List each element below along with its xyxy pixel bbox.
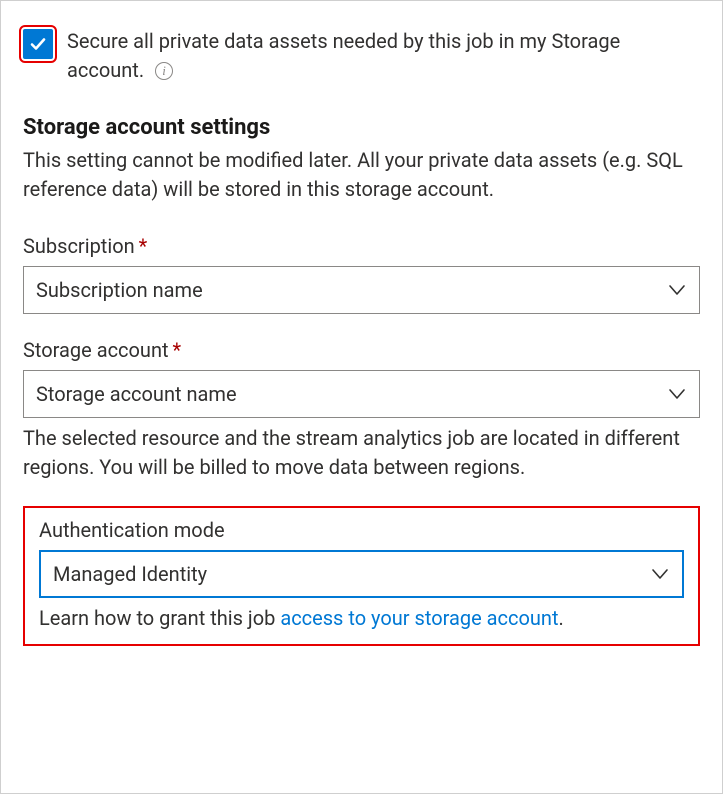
storage-account-dropdown[interactable]: Storage account name bbox=[23, 370, 700, 418]
learn-prefix: Learn how to grant this job bbox=[39, 606, 280, 630]
storage-account-region-warning: The selected resource and the stream ana… bbox=[23, 424, 700, 482]
secure-private-data-row: Secure all private data assets needed by… bbox=[23, 27, 700, 85]
chevron-down-icon bbox=[667, 384, 687, 404]
storage-settings-panel: Secure all private data assets needed by… bbox=[0, 0, 723, 794]
subscription-dropdown[interactable]: Subscription name bbox=[23, 266, 700, 314]
secure-private-data-label: Secure all private data assets needed by… bbox=[67, 27, 700, 85]
subscription-label-text: Subscription bbox=[23, 234, 135, 258]
chevron-down-icon bbox=[650, 564, 670, 584]
authentication-mode-dropdown-value: Managed Identity bbox=[53, 562, 207, 586]
required-star-icon: * bbox=[173, 338, 182, 362]
authentication-mode-block: Authentication mode Managed Identity Lea… bbox=[23, 506, 700, 646]
checkmark-icon bbox=[28, 34, 48, 54]
storage-access-link[interactable]: access to your storage account bbox=[280, 606, 558, 630]
storage-account-label-text: Storage account bbox=[23, 338, 169, 362]
required-star-icon: * bbox=[139, 234, 148, 258]
authentication-mode-dropdown[interactable]: Managed Identity bbox=[39, 550, 684, 598]
storage-account-dropdown-value: Storage account name bbox=[36, 382, 237, 406]
authentication-mode-label: Authentication mode bbox=[39, 518, 684, 542]
subscription-field: Subscription* Subscription name bbox=[23, 234, 700, 314]
storage-account-label: Storage account* bbox=[23, 338, 700, 362]
authentication-mode-learn-row: Learn how to grant this job access to yo… bbox=[39, 606, 684, 630]
secure-private-data-checkbox[interactable] bbox=[23, 29, 53, 59]
subscription-label: Subscription* bbox=[23, 234, 700, 258]
secure-private-data-label-text: Secure all private data assets needed by… bbox=[67, 29, 620, 82]
subscription-dropdown-value: Subscription name bbox=[36, 278, 203, 302]
section-description: This setting cannot be modified later. A… bbox=[23, 146, 700, 204]
info-icon[interactable]: i bbox=[155, 62, 173, 80]
storage-account-field: Storage account* Storage account name Th… bbox=[23, 338, 700, 482]
learn-suffix: . bbox=[559, 606, 564, 630]
section-heading: Storage account settings bbox=[23, 115, 700, 140]
chevron-down-icon bbox=[667, 280, 687, 300]
